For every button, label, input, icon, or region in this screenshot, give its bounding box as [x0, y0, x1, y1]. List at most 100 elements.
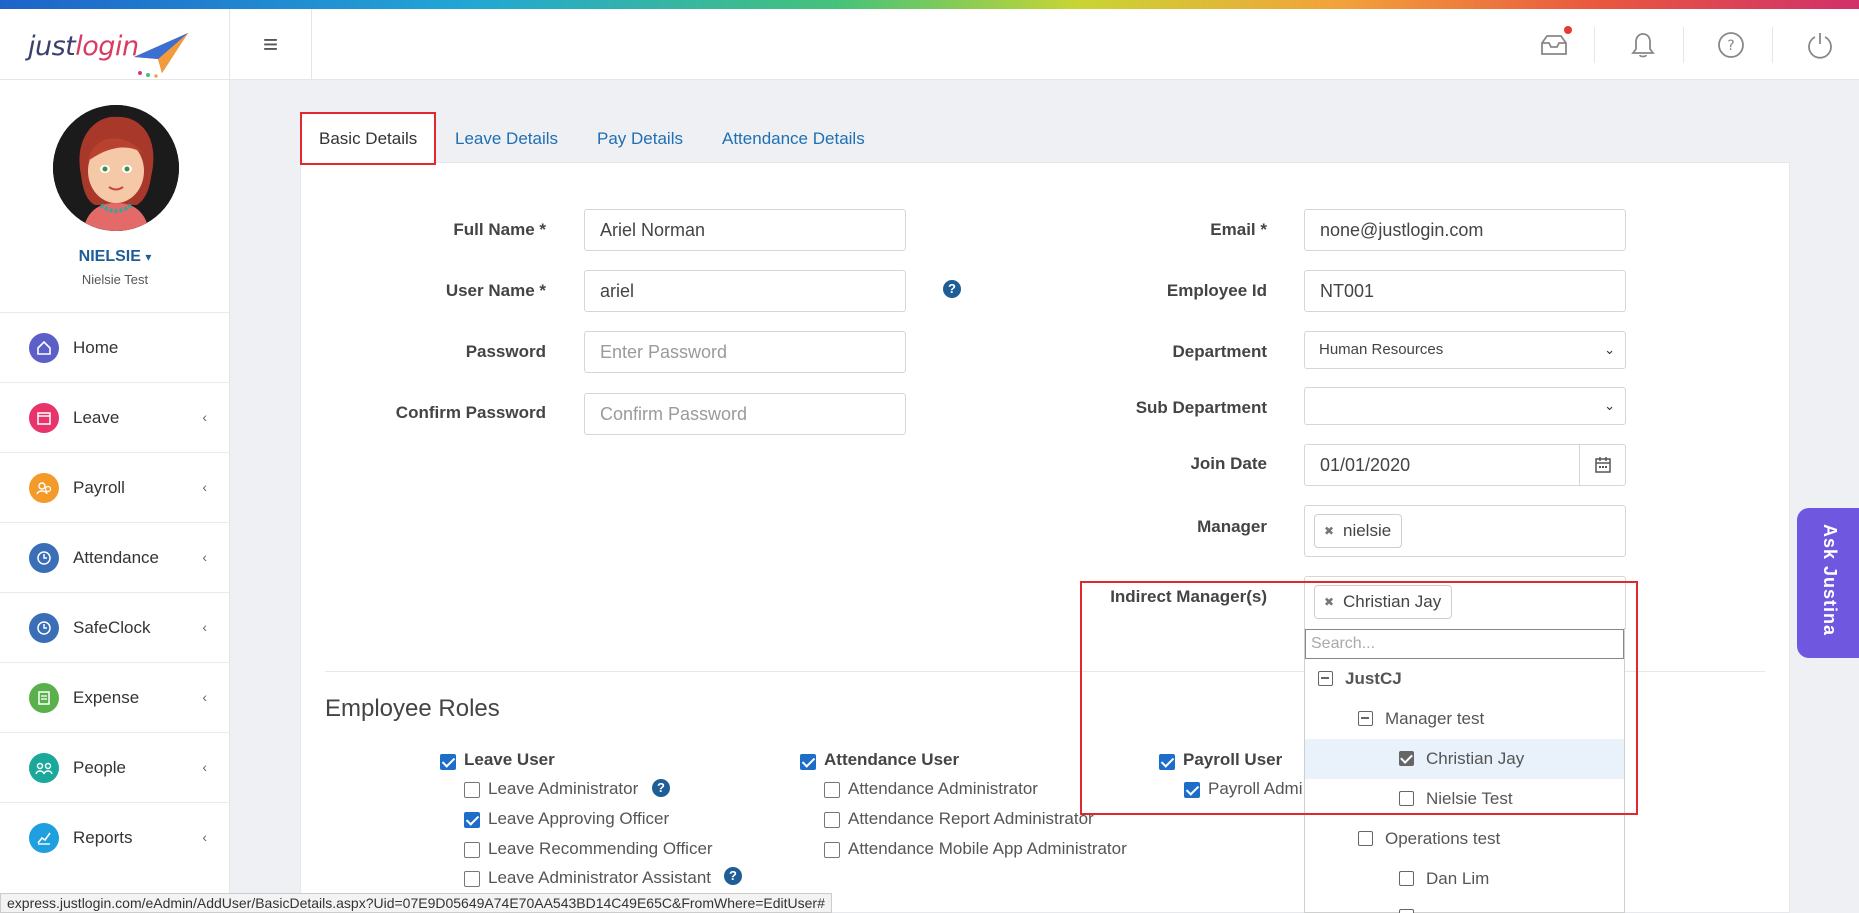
employee-id-label: Employee Id — [1166, 281, 1267, 300]
checked-box-icon[interactable] — [1399, 751, 1414, 766]
tree-node-manager-test[interactable]: Manager test — [1358, 699, 1484, 739]
sidebar-item-home[interactable]: Home — [0, 312, 230, 382]
password-input[interactable]: Enter Password — [584, 331, 906, 373]
hamburger-icon: ≡ — [262, 28, 279, 59]
help-icon[interactable]: ? — [652, 779, 670, 797]
join-date-input[interactable]: 01/01/2020 — [1304, 444, 1580, 486]
department-value: Human Resources — [1319, 341, 1444, 358]
dropdown-search-input[interactable]: Search... — [1305, 629, 1624, 659]
sub-department-select[interactable]: ⌄ — [1304, 387, 1626, 425]
inbox-icon[interactable] — [1538, 26, 1572, 61]
leave-recommending-officer-checkbox[interactable] — [464, 842, 480, 858]
ask-justina-button[interactable]: Ask Justina — [1797, 508, 1859, 658]
employee-roles-title: Employee Roles — [325, 695, 500, 722]
menu-toggle-button[interactable]: ≡ — [230, 9, 312, 80]
chevron-down-icon: ⌄ — [1604, 398, 1615, 413]
checkbox-icon[interactable] — [1399, 871, 1414, 886]
logo[interactable]: justlogin — [0, 9, 230, 80]
confirm-password-input[interactable]: Confirm Password — [584, 393, 906, 435]
svg-text:?: ? — [1727, 38, 1734, 54]
sidebar-item-reports[interactable]: Reports ‹ — [0, 802, 230, 872]
calendar-icon — [1594, 457, 1611, 473]
attendance-administrator-label: Attendance Administrator — [848, 779, 1038, 798]
chevron-left-icon: ‹ — [202, 479, 207, 495]
checkbox-icon[interactable] — [1358, 831, 1373, 846]
people-icon — [29, 752, 59, 783]
leave-administrator-checkbox[interactable] — [464, 782, 480, 798]
leave-user-checkbox[interactable] — [440, 754, 456, 770]
sidebar-item-attendance[interactable]: Attendance ‹ — [0, 522, 230, 592]
tree-node-label: JustCJ — [1345, 669, 1402, 688]
profile-subtitle: Nielsie Test — [81, 272, 149, 287]
tab-leave-details[interactable]: Leave Details — [455, 112, 558, 165]
bell-icon[interactable] — [1627, 29, 1659, 61]
home-icon — [29, 332, 59, 363]
help-icon[interactable]: ? — [724, 867, 742, 885]
tree-node-label: Operations test — [1385, 829, 1501, 848]
manager-label: Manager — [1197, 517, 1267, 536]
clock-icon — [29, 542, 59, 573]
checkbox-icon[interactable] — [1399, 909, 1414, 913]
chevron-left-icon: ‹ — [202, 549, 207, 565]
avatar[interactable] — [53, 105, 179, 231]
attendance-administrator-checkbox[interactable] — [824, 782, 840, 798]
full-name-input[interactable]: Ariel Norman — [584, 209, 906, 251]
email-input[interactable]: none@justlogin.com — [1304, 209, 1626, 251]
tree-node-christian-jay[interactable]: Christian Jay — [1399, 739, 1524, 779]
safeclock-icon — [29, 612, 59, 643]
tree-node-nielsie-test[interactable]: Nielsie Test — [1399, 779, 1513, 819]
divider — [1594, 27, 1595, 63]
tree-node-operations-test[interactable]: Operations test — [1358, 819, 1500, 859]
tree-node-justcj[interactable]: JustCJ — [1318, 659, 1402, 699]
manager-tag[interactable]: ✖ nielsie — [1314, 514, 1403, 548]
sidebar-item-label: Attendance — [73, 547, 160, 567]
tab-attendance-details[interactable]: Attendance Details — [722, 112, 865, 165]
sidebar-item-leave[interactable]: Leave ‹ — [0, 382, 230, 452]
help-circle-icon[interactable]: ? — [1715, 29, 1747, 61]
leave-approving-officer-checkbox[interactable] — [464, 812, 480, 828]
leave-administrator-assistant-checkbox[interactable] — [464, 871, 480, 887]
tab-basic-details[interactable]: Basic Details — [300, 112, 437, 165]
attendance-report-administrator-checkbox[interactable] — [824, 812, 840, 828]
divider — [1683, 27, 1684, 63]
tree-node-label: Dan Lim — [1426, 869, 1490, 888]
logo-text-just: just — [28, 31, 76, 62]
reports-icon — [29, 822, 59, 853]
leave-recommending-officer-label: Leave Recommending Officer — [488, 839, 713, 858]
employee-id-input[interactable]: NT001 — [1304, 270, 1626, 312]
indirect-manager-tag[interactable]: ✖ Christian Jay — [1314, 585, 1453, 619]
help-icon[interactable]: ? — [943, 280, 961, 298]
remove-tag-icon[interactable]: ✖ — [1324, 586, 1334, 618]
tab-pay-details[interactable]: Pay Details — [597, 112, 683, 165]
sidebar-item-safeclock[interactable]: SafeClock ‹ — [0, 592, 230, 662]
sidebar-item-payroll[interactable]: Payroll ‹ — [0, 452, 230, 522]
tree-node-label: Christian Jay — [1426, 749, 1525, 768]
user-name-input[interactable]: ariel — [584, 270, 906, 312]
divider — [1772, 27, 1773, 63]
collapse-icon[interactable] — [1358, 711, 1373, 726]
collapse-icon[interactable] — [1318, 671, 1333, 686]
department-select[interactable]: Human Resources ⌄ — [1304, 331, 1626, 369]
email-label: Email * — [1210, 220, 1267, 239]
calendar-button[interactable] — [1579, 444, 1626, 486]
payroll-user-label: Payroll User — [1183, 750, 1283, 769]
status-bar-url: express.justlogin.com/eAdmin/AddUser/Bas… — [0, 893, 832, 913]
payroll-administrator-checkbox[interactable] — [1184, 782, 1200, 798]
sidebar-item-people[interactable]: People ‹ — [0, 732, 230, 802]
tree-node-label: Manager test — [1385, 709, 1485, 728]
paper-plane-icon — [134, 33, 188, 78]
attendance-user-checkbox[interactable] — [800, 754, 816, 770]
sidebar-item-expense[interactable]: Expense ‹ — [0, 662, 230, 732]
remove-tag-icon[interactable]: ✖ — [1324, 515, 1334, 547]
attendance-mobile-app-administrator-checkbox[interactable] — [824, 842, 840, 858]
logo-text-login: login — [75, 31, 139, 62]
tree-node-dan-lim[interactable]: Dan Lim — [1399, 859, 1489, 899]
leave-administrator-assistant-label: Leave Administrator Assistant — [488, 868, 712, 887]
checkbox-icon[interactable] — [1399, 791, 1414, 806]
profile-name-menu[interactable]: NIELSIE ▾ — [0, 248, 230, 266]
top-color-bar — [0, 0, 1859, 9]
power-icon[interactable] — [1804, 29, 1836, 61]
chevron-left-icon: ‹ — [202, 689, 207, 705]
attendance-user-label: Attendance User — [824, 750, 960, 769]
payroll-user-checkbox[interactable] — [1159, 754, 1175, 770]
